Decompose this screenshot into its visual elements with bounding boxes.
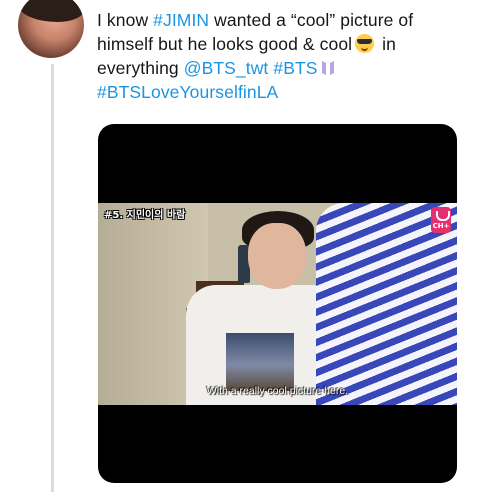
video-media-card[interactable]: #5. 지민이의 바람 CH+ With a really cool pictu… <box>98 124 457 483</box>
video-striped-shirt <box>316 203 457 405</box>
thread-line <box>51 64 54 492</box>
avatar-hair <box>18 0 84 22</box>
user-avatar[interactable] <box>18 0 84 58</box>
tweet-text: I know #JIMIN wanted a “cool” picture of… <box>97 8 469 104</box>
mention-bts-twt-link[interactable]: @BTS_twt <box>184 58 269 78</box>
tweet-text-part1: I know <box>97 10 154 30</box>
hashtag-bts-link[interactable]: #BTS <box>273 58 317 78</box>
video-person-head <box>248 223 306 289</box>
video-subtitle: With a really cool picture here. <box>206 385 349 397</box>
hashtag-loveyourself-link[interactable]: #BTSLoveYourselfinLA <box>97 82 278 102</box>
video-frame[interactable]: #5. 지민이의 바람 CH+ With a really cool pictu… <box>98 203 457 405</box>
video-episode-tag: #5. 지민이의 바람 <box>104 210 186 221</box>
vlive-badge-icon: CH+ <box>431 207 451 233</box>
hashtag-jimin-link[interactable]: #JIMIN <box>153 10 209 30</box>
bts-logo-icon <box>321 61 334 75</box>
video-shirt-print <box>226 333 294 391</box>
sunglasses-emoji-icon <box>355 34 375 53</box>
